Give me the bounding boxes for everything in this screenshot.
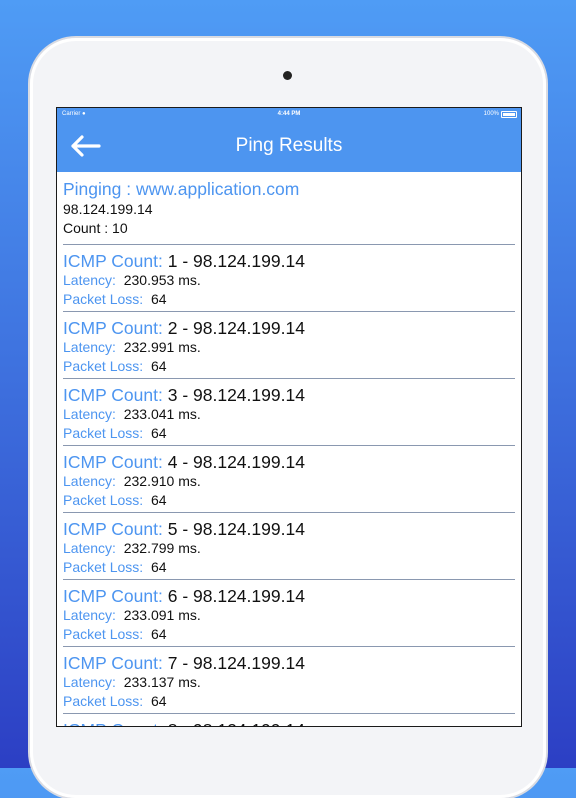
battery-indicator: 100% bbox=[484, 108, 517, 120]
list-item: ICMP Count: 6 - 98.124.199.14 Latency: 23… bbox=[57, 580, 521, 646]
list-item: ICMP Count: 1 - 98.124.199.14 Latency: 23… bbox=[57, 245, 521, 311]
icmp-line: ICMP Count: 2 - 98.124.199.14 bbox=[63, 318, 515, 338]
list-item: ICMP Count: 4 - 98.124.199.14 Latency: 23… bbox=[57, 446, 521, 512]
list-item: ICMP Count: 2 - 98.124.199.14 Latency: 23… bbox=[57, 312, 521, 378]
latency-value: 230.953 ms. bbox=[123, 272, 201, 288]
icmp-line: ICMP Count: 6 - 98.124.199.14 bbox=[63, 586, 515, 606]
latency-value: 232.799 ms. bbox=[123, 540, 201, 556]
icmp-label: ICMP Count: bbox=[63, 318, 163, 338]
icmp-label: ICMP Count: bbox=[63, 385, 163, 405]
icmp-label: ICMP Count: bbox=[63, 720, 163, 726]
latency-value: 233.091 ms. bbox=[123, 607, 201, 623]
entry-list: ICMP Count: 1 - 98.124.199.14 Latency: 23… bbox=[57, 245, 521, 726]
list-item: ICMP Count: 8 - 98.124.199.14 bbox=[57, 714, 521, 726]
page-title: Ping Results bbox=[235, 135, 343, 156]
packet-loss-value: 64 bbox=[150, 358, 167, 374]
status-time: 4:44 PM bbox=[277, 111, 301, 117]
result-entry: ICMP Count: 1 - 98.124.199.14 Latency: 23… bbox=[57, 245, 521, 312]
icmp-label: ICMP Count: bbox=[63, 251, 163, 271]
icmp-line: ICMP Count: 8 - 98.124.199.14 bbox=[63, 720, 515, 726]
icmp-seq: 6 - 98.124.199.14 bbox=[167, 586, 305, 606]
pinging-host: Pinging : www.application.com bbox=[63, 179, 300, 199]
icmp-seq: 3 - 98.124.199.14 bbox=[167, 385, 305, 405]
packet-loss-line: Packet Loss: 64 bbox=[63, 692, 515, 711]
device-screen: Carrier ● 4:44 PM 100% Ping Results Ping… bbox=[56, 107, 522, 727]
packet-loss-label: Packet Loss: bbox=[63, 358, 144, 374]
latency-label: Latency: bbox=[63, 339, 116, 355]
packet-loss-value: 64 bbox=[150, 291, 167, 307]
latency-value: 232.910 ms. bbox=[123, 473, 201, 489]
packet-loss-value: 64 bbox=[150, 559, 167, 575]
status-bar: Carrier ● 4:44 PM 100% bbox=[57, 108, 521, 120]
list-item: ICMP Count: 7 - 98.124.199.14 Latency: 23… bbox=[57, 647, 521, 713]
result-entry: ICMP Count: 8 - 98.124.199.14 bbox=[57, 714, 521, 726]
latency-line: Latency: 233.041 ms. bbox=[63, 405, 515, 424]
navigation-bar: Ping Results bbox=[57, 120, 521, 172]
packet-loss-line: Packet Loss: 64 bbox=[63, 625, 515, 644]
icmp-seq: 8 - 98.124.199.14 bbox=[168, 720, 305, 726]
packet-loss-line: Packet Loss: 64 bbox=[63, 290, 515, 309]
latency-label: Latency: bbox=[63, 272, 116, 288]
battery-percent: 100% bbox=[483, 111, 499, 117]
packet-loss-label: Packet Loss: bbox=[63, 425, 144, 441]
host-ip: 98.124.199.14 bbox=[63, 201, 153, 217]
packet-loss-label: Packet Loss: bbox=[63, 693, 144, 709]
ping-count: Count : 10 bbox=[63, 220, 128, 236]
result-entry: ICMP Count: 2 - 98.124.199.14 Latency: 23… bbox=[57, 312, 521, 379]
packet-loss-value: 64 bbox=[150, 492, 167, 508]
latency-value: 233.041 ms. bbox=[123, 406, 201, 422]
packet-loss-label: Packet Loss: bbox=[63, 291, 144, 307]
results-list[interactable]: Pinging : www.application.com 98.124.199… bbox=[57, 172, 521, 726]
icmp-line: ICMP Count: 4 - 98.124.199.14 bbox=[63, 452, 515, 472]
icmp-label: ICMP Count: bbox=[63, 653, 163, 673]
latency-line: Latency: 233.091 ms. bbox=[63, 606, 515, 625]
tablet-frame: Carrier ● 4:44 PM 100% Ping Results Ping… bbox=[30, 38, 546, 798]
latency-line: Latency: 232.799 ms. bbox=[63, 539, 515, 558]
icmp-line: ICMP Count: 3 - 98.124.199.14 bbox=[63, 385, 515, 405]
camera-dot bbox=[283, 71, 292, 80]
packet-loss-line: Packet Loss: 64 bbox=[63, 491, 515, 510]
packet-loss-line: Packet Loss: 64 bbox=[63, 357, 515, 376]
latency-line: Latency: 230.953 ms. bbox=[63, 271, 515, 290]
packet-loss-value: 64 bbox=[150, 626, 167, 642]
latency-label: Latency: bbox=[63, 607, 116, 623]
latency-label: Latency: bbox=[63, 540, 116, 556]
packet-loss-line: Packet Loss: 64 bbox=[63, 424, 515, 443]
packet-loss-value: 64 bbox=[150, 425, 167, 441]
result-entry: ICMP Count: 5 - 98.124.199.14 Latency: 23… bbox=[57, 513, 521, 580]
packet-loss-line: Packet Loss: 64 bbox=[63, 558, 515, 577]
icmp-seq: 7 - 98.124.199.14 bbox=[167, 653, 305, 673]
latency-value: 232.991 ms. bbox=[123, 339, 201, 355]
latency-line: Latency: 233.137 ms. bbox=[63, 673, 515, 692]
icmp-seq: 4 - 98.124.199.14 bbox=[167, 452, 305, 472]
icmp-line: ICMP Count: 1 - 98.124.199.14 bbox=[63, 251, 515, 271]
latency-label: Latency: bbox=[63, 473, 116, 489]
list-item: ICMP Count: 3 - 98.124.199.14 Latency: 23… bbox=[57, 379, 521, 445]
latency-line: Latency: 232.991 ms. bbox=[63, 338, 515, 357]
packet-loss-label: Packet Loss: bbox=[63, 559, 144, 575]
battery-icon bbox=[501, 110, 517, 118]
result-entry: ICMP Count: 6 - 98.124.199.14 Latency: 23… bbox=[57, 580, 521, 647]
result-entry: ICMP Count: 7 - 98.124.199.14 Latency: 23… bbox=[57, 647, 521, 714]
packet-loss-label: Packet Loss: bbox=[63, 492, 144, 508]
packet-loss-value: 64 bbox=[150, 693, 167, 709]
icmp-label: ICMP Count: bbox=[63, 452, 163, 472]
icmp-seq: 2 - 98.124.199.14 bbox=[167, 318, 305, 338]
latency-label: Latency: bbox=[63, 406, 116, 422]
ping-summary: Pinging : www.application.com 98.124.199… bbox=[57, 172, 521, 244]
icmp-label: ICMP Count: bbox=[63, 519, 163, 539]
packet-loss-label: Packet Loss: bbox=[63, 626, 144, 642]
list-item: ICMP Count: 5 - 98.124.199.14 Latency: 23… bbox=[57, 513, 521, 579]
latency-value: 233.137 ms. bbox=[123, 674, 201, 690]
latency-line: Latency: 232.910 ms. bbox=[63, 472, 515, 491]
icmp-seq: 1 - 98.124.199.14 bbox=[167, 251, 305, 271]
latency-label: Latency: bbox=[63, 674, 116, 690]
result-entry: ICMP Count: 4 - 98.124.199.14 Latency: 23… bbox=[57, 446, 521, 513]
icmp-line: ICMP Count: 7 - 98.124.199.14 bbox=[63, 653, 515, 673]
icmp-label: ICMP Count: bbox=[63, 586, 163, 606]
icmp-line: ICMP Count: 5 - 98.124.199.14 bbox=[63, 519, 515, 539]
icmp-seq: 5 - 98.124.199.14 bbox=[167, 519, 305, 539]
result-entry: ICMP Count: 3 - 98.124.199.14 Latency: 23… bbox=[57, 379, 521, 446]
